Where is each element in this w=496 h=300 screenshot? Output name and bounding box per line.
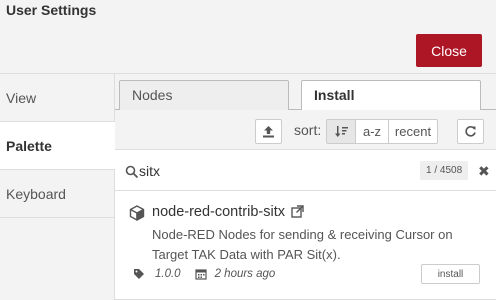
sort-az-button[interactable]: a-z	[356, 119, 389, 144]
sort-label: sort:	[294, 122, 322, 138]
sort-toolbar: sort: a-z recent	[115, 110, 496, 150]
package-meta: 1.0.0 2 hours ago	[133, 266, 275, 282]
palette-tabs: Nodes Install	[115, 74, 496, 111]
upload-button[interactable]	[255, 119, 282, 144]
search-input[interactable]	[139, 159, 409, 183]
close-button[interactable]: Close	[416, 34, 482, 67]
external-link-icon[interactable]	[291, 205, 304, 218]
settings-sidebar: View Palette Keyboard	[0, 74, 116, 300]
sort-options: a-z recent	[326, 119, 438, 144]
sidebar-item-keyboard[interactable]: Keyboard	[0, 170, 115, 218]
sidebar-item-view[interactable]: View	[0, 74, 115, 122]
search-icon	[125, 165, 139, 179]
sidebar-item-palette[interactable]: Palette	[0, 122, 116, 170]
package-updated: 2 hours ago	[214, 268, 276, 280]
package-icon	[129, 205, 145, 221]
package-description: Node-RED Nodes for sending & receiving C…	[152, 227, 453, 262]
refresh-icon	[465, 126, 476, 137]
tag-icon	[134, 269, 144, 279]
sort-relevance-icon	[334, 126, 348, 137]
install-button[interactable]: install	[421, 264, 480, 284]
tab-nodes[interactable]: Nodes	[119, 80, 289, 111]
search-bar: 1 / 4508 ✖	[115, 151, 496, 191]
close-icon[interactable]: ✖	[478, 163, 490, 180]
list-item: node-red-contrib-sitx Node-RED Nodes for…	[115, 192, 496, 300]
calendar-icon	[194, 269, 207, 280]
package-version: 1.0.0	[155, 268, 181, 280]
tab-install[interactable]: Install	[301, 80, 481, 111]
refresh-button[interactable]	[457, 119, 484, 144]
result-count-badge: 1 / 4508	[420, 161, 469, 180]
palette-panel: Nodes Install sort: a-z recent sitx 1 / …	[115, 74, 496, 300]
upload-icon	[263, 126, 274, 138]
sort-recent-button[interactable]: recent	[389, 119, 438, 144]
dialog-title: User Settings	[6, 2, 97, 18]
sort-relevance-button[interactable]	[326, 119, 356, 144]
dialog-header: User Settings	[0, 0, 496, 22]
package-name-link[interactable]: node-red-contrib-sitx	[152, 204, 285, 220]
